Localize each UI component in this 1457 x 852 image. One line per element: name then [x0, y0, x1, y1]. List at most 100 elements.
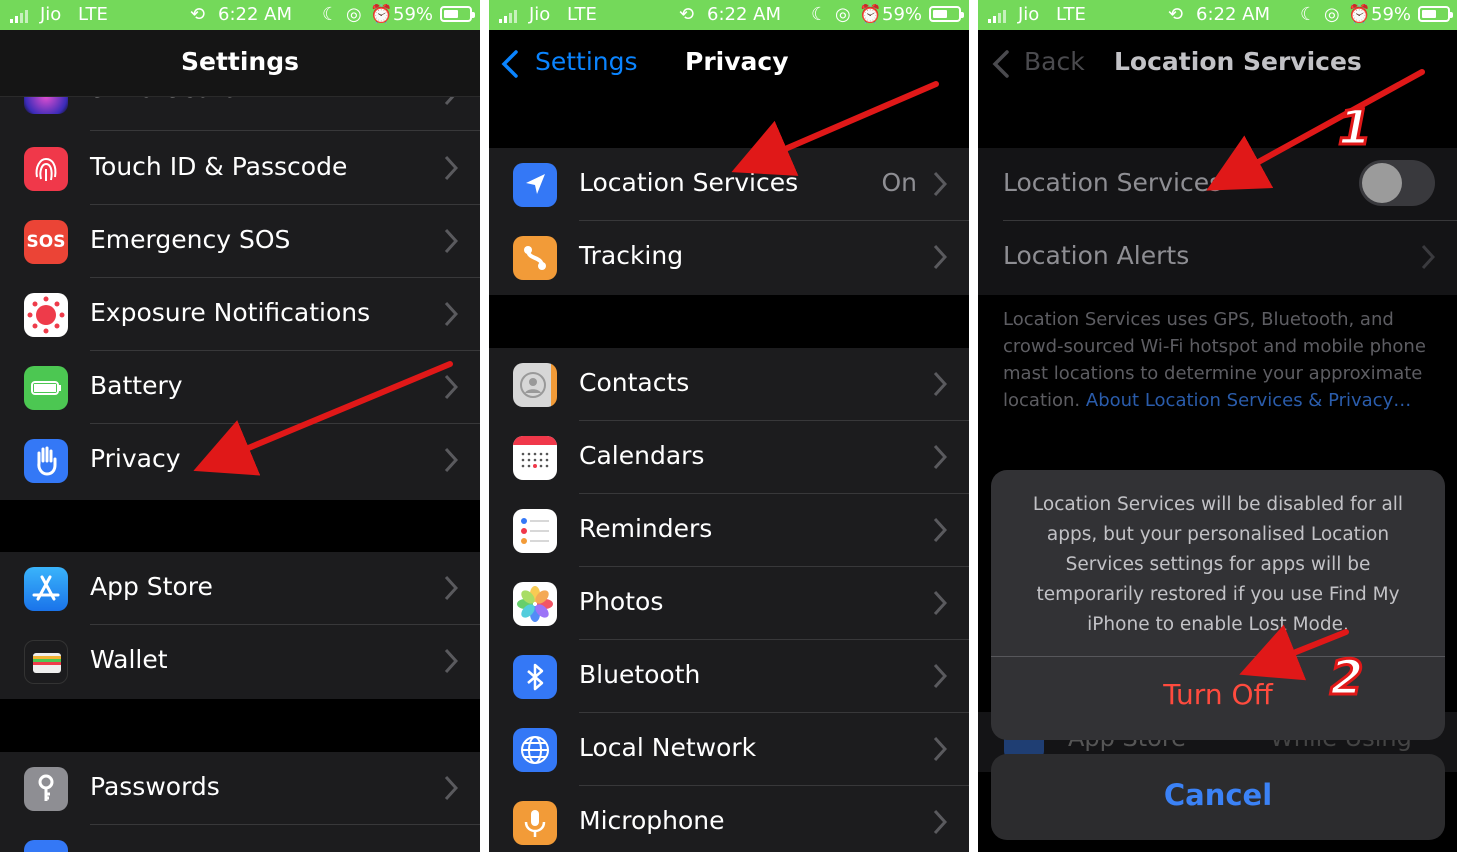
row-label: Photos — [579, 587, 664, 616]
row-label: Contacts — [579, 368, 690, 397]
battery-percent: 59% — [1371, 4, 1412, 25]
privacy-row-location-services[interactable]: Location Services On — [489, 148, 969, 221]
contacts-icon — [513, 363, 557, 407]
privacy-row-bluetooth[interactable]: Bluetooth — [489, 640, 969, 713]
carrier-label: Jio — [529, 4, 551, 25]
chevron-right-icon — [444, 447, 458, 473]
signal-icon — [499, 9, 521, 23]
privacy-group-2: Contacts Calendars Reminders Photos Blue… — [489, 348, 969, 852]
chevron-right-icon — [933, 371, 947, 397]
row-label: Exposure Notifications — [90, 298, 371, 327]
chevron-right-icon — [933, 444, 947, 470]
row-label: Calendars — [579, 441, 705, 470]
battery-percent: 59% — [882, 4, 923, 25]
bluetooth-icon — [513, 655, 557, 699]
row-label: Wallet — [90, 645, 168, 674]
alarm-icon: ⏰ — [859, 4, 882, 25]
alarm-icon: ⏰ — [1348, 4, 1371, 25]
chevron-right-icon — [933, 517, 947, 543]
settings-screen: Jio LTE ⟲ 6:22 AM ☾ ◎ ⏰ 59% Siri & Searc… — [0, 0, 480, 852]
chevron-right-icon — [933, 171, 947, 197]
page-title: Privacy — [685, 47, 789, 76]
fingerprint-icon — [24, 147, 68, 191]
status-bar: Jio LTE ⟲ 6:22 AM ☾ ◎ ⏰ 59% — [978, 0, 1457, 30]
chevron-right-icon — [444, 575, 458, 601]
location-arrow-icon — [513, 163, 557, 207]
battery-percent: 59% — [393, 4, 434, 25]
chevron-right-icon — [444, 374, 458, 400]
settings-row-touch-id[interactable]: Touch ID & Passcode — [0, 132, 480, 205]
navigation-bar: Settings — [0, 30, 480, 97]
back-label: Settings — [535, 47, 638, 76]
rotation-lock-icon: ◎ — [346, 4, 362, 25]
about-location-privacy-link[interactable]: About Location Services & Privacy… — [1086, 390, 1411, 411]
hand-icon — [24, 439, 68, 483]
chevron-right-icon — [444, 301, 458, 327]
privacy-row-local-network[interactable]: Local Network — [489, 713, 969, 786]
location-services-toggle[interactable] — [1359, 160, 1435, 206]
navigation-bar: Back Location Services — [978, 30, 1457, 96]
location-alerts-row[interactable]: Location Alerts — [978, 221, 1457, 294]
calendar-icon — [513, 436, 557, 480]
key-icon — [24, 767, 68, 811]
page-title: Settings — [180, 47, 299, 76]
row-label: App Store — [90, 572, 213, 601]
row-label: Microphone — [579, 806, 725, 835]
app-store-icon — [24, 567, 68, 611]
network-label: LTE — [78, 4, 108, 25]
privacy-row-microphone[interactable]: Microphone — [489, 786, 969, 852]
settings-row-passwords[interactable]: Passwords — [0, 752, 480, 825]
privacy-row-calendars[interactable]: Calendars — [489, 421, 969, 494]
wifi-calling-icon: ⟲ — [679, 4, 695, 25]
chevron-right-icon — [444, 648, 458, 674]
alarm-icon: ⏰ — [370, 4, 393, 25]
settings-group-3: App Store Wallet — [0, 552, 480, 699]
chevron-left-icon — [992, 50, 1009, 78]
row-label: Local Network — [579, 733, 757, 762]
wifi-calling-icon: ⟲ — [190, 4, 206, 25]
privacy-group-1: Location Services On Tracking — [489, 148, 969, 295]
battery-status-icon — [440, 6, 475, 22]
settings-group-4: Passwords — [0, 752, 480, 852]
row-label: Privacy — [90, 444, 181, 473]
battery-status-icon — [1418, 6, 1453, 22]
sos-icon: SOS — [24, 220, 68, 264]
rotation-lock-icon: ◎ — [835, 4, 851, 25]
sheet-divider — [991, 656, 1445, 657]
privacy-row-reminders[interactable]: Reminders — [489, 494, 969, 567]
back-label: Back — [1024, 47, 1085, 76]
chevron-right-icon — [1421, 244, 1435, 270]
chevron-left-icon — [501, 50, 518, 78]
privacy-row-contacts[interactable]: Contacts — [489, 348, 969, 421]
status-bar: Jio LTE ⟲ 6:22 AM ☾ ◎ ⏰ 59% — [0, 0, 480, 30]
wallet-icon — [24, 640, 68, 684]
carrier-label: Jio — [1018, 4, 1040, 25]
settings-row-emergency-sos[interactable]: SOS Emergency SOS — [0, 205, 480, 278]
settings-row-wallet[interactable]: Wallet — [0, 625, 480, 698]
globe-icon — [513, 728, 557, 772]
settings-row-exposure[interactable]: Exposure Notifications — [0, 278, 480, 351]
settings-row-app-store[interactable]: App Store — [0, 552, 480, 625]
chevron-right-icon — [933, 736, 947, 762]
photos-icon — [513, 582, 557, 626]
action-sheet-message: Location Services will be disabled for a… — [1032, 494, 1404, 635]
cancel-button[interactable]: Cancel — [991, 754, 1445, 840]
network-label: LTE — [567, 4, 597, 25]
privacy-screen: Jio LTE ⟲ 6:22 AM ☾ ◎ ⏰ 59% Settings Pri… — [489, 0, 969, 852]
settings-row-privacy[interactable]: Privacy — [0, 424, 480, 497]
turn-off-button[interactable]: Turn Off — [991, 678, 1445, 711]
settings-row-battery[interactable]: Battery — [0, 351, 480, 424]
chevron-right-icon — [933, 244, 947, 270]
status-bar: Jio LTE ⟲ 6:22 AM ☾ ◎ ⏰ 59% — [489, 0, 969, 30]
row-label: Location Services — [1003, 168, 1223, 197]
row-label: Emergency SOS — [90, 225, 291, 254]
signal-icon — [10, 9, 32, 23]
row-label: Touch ID & Passcode — [90, 152, 348, 181]
row-label: Location Alerts — [1003, 241, 1190, 270]
privacy-row-photos[interactable]: Photos — [489, 567, 969, 640]
row-label: Location Services — [579, 168, 799, 197]
privacy-row-tracking[interactable]: Tracking — [489, 221, 969, 294]
wifi-calling-icon: ⟲ — [1168, 4, 1184, 25]
row-label: Reminders — [579, 514, 713, 543]
exposure-icon — [24, 293, 68, 337]
